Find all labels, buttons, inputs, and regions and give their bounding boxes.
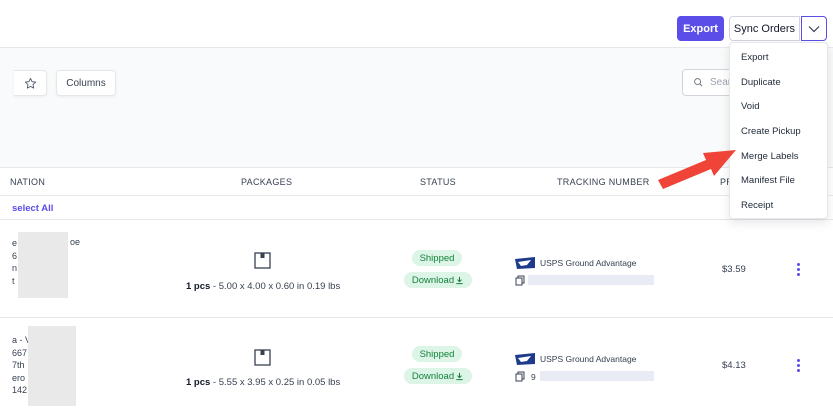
redacted-tracking-number[interactable] <box>540 371 654 381</box>
kebab-icon[interactable] <box>796 263 800 276</box>
download-text: Download <box>411 370 455 382</box>
select-all-row: select All <box>0 196 833 220</box>
menu-item-manifest-file[interactable]: Manifest File <box>741 175 795 186</box>
column-header-tracking[interactable]: TRACKING NUMBER <box>557 177 650 187</box>
chevron-down-icon <box>808 25 820 32</box>
menu-item-void[interactable]: Void <box>741 101 760 112</box>
package-icon <box>254 252 271 269</box>
download-icon <box>456 372 463 380</box>
table-row[interactable]: e 6 n t oe 1 pcs - 5.00 x 4.00 x 0.60 in… <box>0 221 833 318</box>
menu-item-create-pickup[interactable]: Create Pickup <box>741 126 801 137</box>
package-dimensions: - 5.55 x 3.95 x 0.25 in 0.05 lbs <box>210 377 341 388</box>
pointer-arrow-icon <box>658 150 736 189</box>
download-label-button[interactable]: Download <box>404 368 472 384</box>
column-header-packages[interactable]: PACKAGES <box>241 177 292 187</box>
menu-item-export[interactable]: Export <box>741 52 768 63</box>
tracking-prefix: 9 <box>531 372 536 382</box>
search-icon <box>694 78 703 87</box>
favorite-button[interactable] <box>14 70 47 96</box>
copy-icon[interactable] <box>515 371 525 382</box>
download-text: Download <box>411 274 455 286</box>
sync-orders-button[interactable]: Sync Orders <box>729 16 800 41</box>
redacted-address <box>18 232 68 298</box>
package-icon <box>254 349 271 366</box>
search-placeholder: Sear <box>710 77 732 88</box>
destination-line: e <box>12 238 18 248</box>
destination-tail: oe <box>70 237 81 247</box>
download-label-button[interactable]: Download <box>404 272 472 288</box>
usps-eagle-icon <box>515 257 535 269</box>
download-icon <box>456 276 463 284</box>
redacted-tracking-number[interactable] <box>528 275 654 285</box>
columns-button[interactable]: Columns <box>56 70 116 96</box>
sync-orders-dropdown-menu: Export Duplicate Void Create Pickup Merg… <box>729 42 828 219</box>
carrier-name: USPS Ground Advantage <box>540 354 637 364</box>
package-quantity: 1 pcs <box>186 281 211 292</box>
destination-line: n <box>12 263 18 273</box>
status-badge: Shipped <box>412 346 462 362</box>
select-all-link[interactable]: select All <box>12 203 53 214</box>
menu-item-duplicate[interactable]: Duplicate <box>741 77 781 88</box>
usps-eagle-icon <box>515 353 535 365</box>
package-quantity: 1 pcs <box>186 377 211 388</box>
copy-icon[interactable] <box>515 275 525 286</box>
redacted-address <box>28 326 76 406</box>
kebab-icon[interactable] <box>796 359 800 372</box>
star-icon <box>24 77 36 89</box>
destination-cell: e 6 n t <box>12 237 17 287</box>
price-value: $3.59 <box>722 264 746 275</box>
price-value: $4.13 <box>722 360 746 371</box>
column-header-status[interactable]: STATUS <box>420 177 456 187</box>
top-bar: Export Sync Orders <box>0 0 833 48</box>
destination-line: 6 <box>12 250 18 261</box>
menu-item-merge-labels[interactable]: Merge Labels <box>741 151 799 162</box>
menu-item-receipt[interactable]: Receipt <box>741 200 773 211</box>
package-dimensions: - 5.00 x 4.00 x 0.60 in 0.19 lbs <box>210 281 341 292</box>
status-badge: Shipped <box>412 250 462 266</box>
export-button[interactable]: Export <box>677 16 724 41</box>
package-details: 1 pcs - 5.55 x 3.95 x 0.25 in 0.05 lbs <box>186 377 340 388</box>
destination-line: t <box>12 275 15 286</box>
carrier-name: USPS Ground Advantage <box>540 258 637 268</box>
package-details: 1 pcs - 5.00 x 4.00 x 0.60 in 0.19 lbs <box>186 281 340 292</box>
sync-dropdown-toggle[interactable] <box>801 16 827 41</box>
column-header-destination[interactable]: NATION <box>10 177 45 187</box>
table-row[interactable]: a - V 667 7th ero 142 1 pcs - 5.55 x 3.9… <box>0 318 833 411</box>
